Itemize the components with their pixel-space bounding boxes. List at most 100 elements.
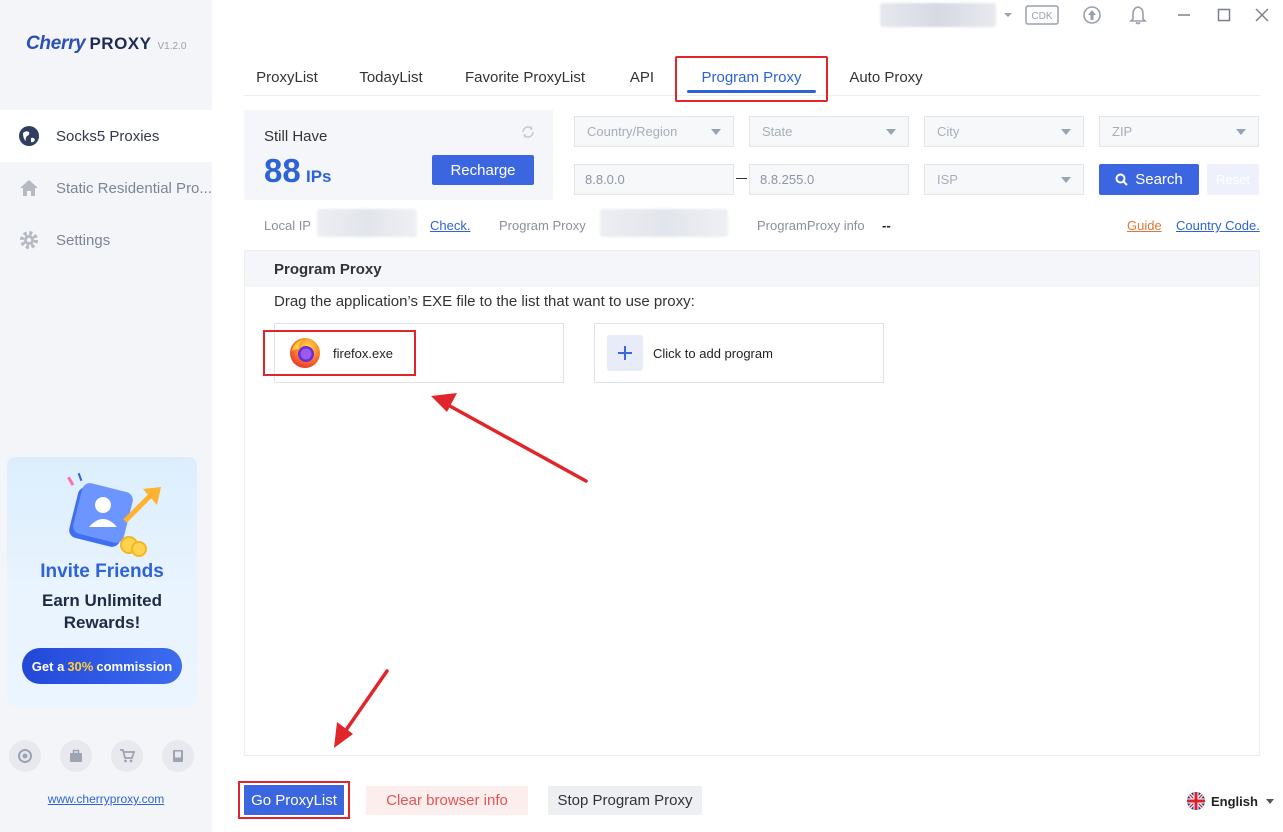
- promo-subtitle-line1: Earn Unlimited: [42, 591, 162, 610]
- chevron-down-icon: [1061, 177, 1071, 183]
- local-ip-label: Local IP: [264, 218, 311, 233]
- promo-subtitle: Earn Unlimited Rewards!: [7, 590, 197, 634]
- uk-flag-icon: [1187, 792, 1205, 810]
- book-icon[interactable]: [162, 740, 194, 772]
- country-code-link[interactable]: Country Code.: [1176, 218, 1260, 233]
- zip-placeholder: ZIP: [1112, 124, 1133, 139]
- isp-select[interactable]: ISP: [924, 164, 1084, 195]
- cart-icon[interactable]: [111, 740, 143, 772]
- go-proxylist-button[interactable]: Go ProxyList: [244, 785, 344, 815]
- gear-icon: [18, 229, 40, 251]
- refresh-circle-icon[interactable]: [9, 740, 41, 772]
- invite-friends-banner[interactable]: Invite Friends Earn Unlimited Rewards! G…: [7, 457, 197, 707]
- state-placeholder: State: [762, 124, 793, 139]
- add-program-label: Click to add program: [653, 345, 773, 361]
- sidebar-item-label: Socks5 Proxies: [56, 127, 160, 145]
- refresh-icon[interactable]: [520, 124, 536, 145]
- invite-illustration-icon: [65, 471, 175, 561]
- guide-link[interactable]: Guide: [1127, 218, 1162, 233]
- panel-header: [245, 251, 1259, 287]
- reset-button[interactable]: Reset: [1207, 164, 1259, 195]
- proxy-info-row: Local IP Check. Program Proxy ProgramPro…: [244, 206, 1260, 244]
- program-proxy-info-label: ProgramProxy info: [757, 218, 865, 233]
- chevron-down-icon: [1265, 798, 1274, 804]
- sidebar-item-label: Static Residential Pro...: [56, 179, 212, 197]
- tab-auto-proxy[interactable]: Auto Proxy: [840, 58, 932, 96]
- bell-icon[interactable]: [1127, 4, 1149, 26]
- cta-highlight: 30%: [67, 658, 94, 674]
- account-selector[interactable]: [880, 3, 996, 27]
- tab-program-proxy[interactable]: Program Proxy: [677, 58, 826, 96]
- ip-range-start-input[interactable]: 8.8.0.0: [574, 164, 734, 195]
- logo-brand-main: Cherry: [26, 33, 86, 54]
- maximize-icon[interactable]: [1213, 4, 1235, 26]
- sidebar: Cherry PROXY V1.2.0 Socks5 Proxies Stati…: [0, 0, 212, 832]
- ip-balance-card: Still Have 88 IPs Recharge: [244, 110, 553, 200]
- chevron-down-icon: [886, 129, 896, 135]
- tab-proxylist[interactable]: ProxyList: [244, 58, 330, 96]
- app-logo: Cherry PROXY V1.2.0: [26, 33, 186, 55]
- sidebar-item-socks5-proxies[interactable]: Socks5 Proxies: [0, 110, 212, 162]
- city-select[interactable]: City: [924, 116, 1084, 147]
- ip-range-separator: [736, 178, 747, 179]
- chevron-down-icon: [1061, 129, 1071, 135]
- zip-select[interactable]: ZIP: [1099, 116, 1259, 147]
- tab-api[interactable]: API: [620, 58, 664, 96]
- cdk-label: CDK: [1031, 11, 1052, 22]
- local-ip-value: [317, 209, 417, 237]
- cdk-icon[interactable]: CDK: [1024, 4, 1060, 26]
- country-region-placeholder: Country/Region: [587, 124, 678, 139]
- country-region-select[interactable]: Country/Region: [574, 116, 734, 147]
- minimize-icon[interactable]: [1173, 4, 1195, 26]
- program-name: firefox.exe: [333, 345, 393, 361]
- city-placeholder: City: [937, 124, 960, 139]
- panel-instruction: Drag the application’s EXE file to the l…: [274, 293, 695, 310]
- ip-range-end-input[interactable]: 8.8.255.0: [749, 164, 909, 195]
- state-select[interactable]: State: [749, 116, 909, 147]
- isp-placeholder: ISP: [937, 172, 958, 187]
- chevron-down-icon: [711, 129, 721, 135]
- program-proxy-panel: Program Proxy Drag the application’s EXE…: [244, 250, 1260, 756]
- upgrade-icon[interactable]: [1081, 4, 1103, 26]
- program-proxy-info-value: --: [882, 218, 891, 233]
- title-bar: CDK: [212, 0, 1283, 30]
- program-proxy-label: Program Proxy: [499, 218, 586, 233]
- cta-prefix: Get a: [31, 658, 65, 674]
- sidebar-item-settings[interactable]: Settings: [0, 214, 212, 266]
- logo-brand-second: PROXY: [89, 34, 152, 53]
- home-icon: [18, 177, 40, 199]
- website-link[interactable]: www.cherryproxy.com: [0, 792, 212, 806]
- language-selector[interactable]: English: [1187, 792, 1274, 810]
- language-label: English: [1211, 793, 1258, 809]
- plus-icon: [607, 335, 643, 371]
- sidebar-item-label: Settings: [56, 231, 111, 249]
- promo-title: Invite Friends: [40, 561, 164, 582]
- recharge-button[interactable]: Recharge: [432, 155, 534, 185]
- ip-count: 88: [264, 152, 301, 189]
- main-tabs: ProxyList TodayList Favorite ProxyList A…: [244, 58, 1260, 96]
- commission-button[interactable]: Get a 30% commission: [22, 648, 182, 684]
- tab-todaylist[interactable]: TodayList: [346, 58, 436, 96]
- search-icon: [1115, 173, 1128, 186]
- globe-icon: [18, 125, 40, 147]
- cta-suffix: commission: [96, 658, 173, 674]
- app-version: V1.2.0: [157, 41, 187, 52]
- program-card-firefox[interactable]: firefox.exe: [274, 323, 564, 383]
- panel-title: Program Proxy: [274, 261, 382, 278]
- clear-browser-info-button[interactable]: Clear browser info: [366, 786, 528, 815]
- sidebar-quick-icons: [9, 740, 194, 772]
- briefcase-icon[interactable]: [60, 740, 92, 772]
- search-button[interactable]: Search: [1099, 164, 1199, 195]
- check-link[interactable]: Check.: [430, 218, 470, 233]
- ip-unit: IPs: [306, 167, 332, 186]
- chevron-down-icon: [1236, 129, 1246, 135]
- balance-label: Still Have: [264, 128, 328, 145]
- close-icon[interactable]: [1251, 4, 1273, 26]
- account-dropdown-icon[interactable]: [997, 4, 1019, 26]
- tab-favorite-proxylist[interactable]: Favorite ProxyList: [456, 58, 594, 96]
- program-proxy-value: [600, 209, 728, 237]
- search-label: Search: [1135, 171, 1183, 188]
- add-program-button[interactable]: Click to add program: [594, 323, 884, 383]
- stop-program-proxy-button[interactable]: Stop Program Proxy: [548, 786, 702, 815]
- sidebar-item-static-residential[interactable]: Static Residential Pro...: [0, 162, 212, 214]
